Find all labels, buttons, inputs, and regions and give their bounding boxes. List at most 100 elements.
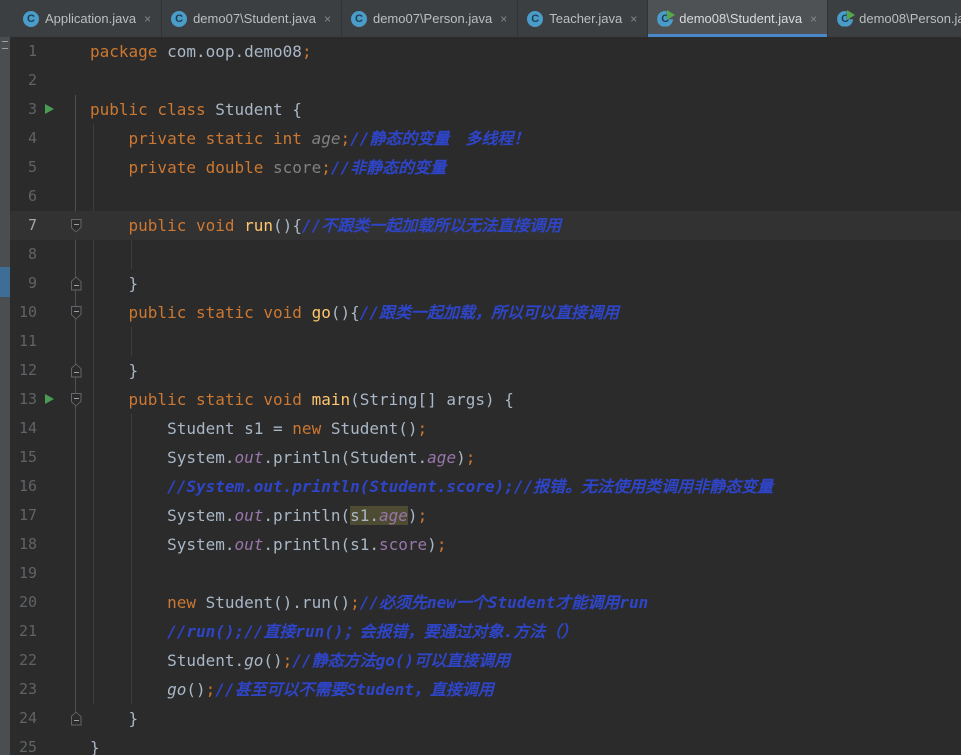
code-line: 5 private double score;//非静态的变量 <box>10 153 961 182</box>
fold-icon[interactable] <box>62 385 90 414</box>
line-number[interactable]: 15 <box>10 443 40 472</box>
code-text[interactable]: } <box>90 356 961 385</box>
line-number[interactable]: 3 <box>10 95 40 124</box>
code-text[interactable]: public void run(){//不跟类一起加载所以无法直接调用 <box>90 211 961 240</box>
tab-label: demo07\Student.java <box>193 11 316 26</box>
code-text[interactable] <box>90 66 961 95</box>
line-number[interactable]: 22 <box>10 646 40 675</box>
line-number[interactable]: 2 <box>10 66 40 95</box>
code-line: 25} <box>10 733 961 755</box>
tab[interactable]: Cdemo07\Student.java × <box>162 0 342 37</box>
gutter-spacer <box>40 704 62 733</box>
close-icon[interactable]: × <box>142 13 151 25</box>
tab-label: demo08\Person.java <box>859 11 961 26</box>
line-number[interactable]: 16 <box>10 472 40 501</box>
code-text[interactable]: System.out.println(s1.score); <box>90 530 961 559</box>
line-number[interactable]: 1 <box>10 37 40 66</box>
line-number[interactable]: 7 <box>10 211 40 240</box>
fold-icon[interactable] <box>62 211 90 240</box>
code-text[interactable]: package com.oop.demo08; <box>90 37 961 66</box>
code-text[interactable]: private static int age;//静态的变量 多线程！ <box>90 124 961 153</box>
gutter-spacer <box>40 356 62 385</box>
line-number[interactable]: 11 <box>10 327 40 356</box>
code-text[interactable] <box>90 240 961 269</box>
tab[interactable]: Cdemo08\Person.java× <box>828 0 961 37</box>
java-class-icon: C <box>171 10 188 27</box>
line-number[interactable]: 14 <box>10 414 40 443</box>
gutter-spacer <box>40 37 62 66</box>
line-number[interactable]: 12 <box>10 356 40 385</box>
code-text[interactable]: } <box>90 704 961 733</box>
line-number[interactable]: 8 <box>10 240 40 269</box>
code-text[interactable] <box>90 559 961 588</box>
code-text[interactable]: private double score;//非静态的变量 <box>90 153 961 182</box>
ide-window: C Application.java × Cdemo07\Student.java × C… <box>0 0 961 755</box>
code-text[interactable]: Student.go();//静态方法go()可以直接调用 <box>90 646 961 675</box>
code-text[interactable]: public class Student { <box>90 95 961 124</box>
tool-window-button[interactable] <box>0 267 10 297</box>
code-text[interactable] <box>90 182 961 211</box>
close-icon[interactable]: × <box>808 13 817 25</box>
line-number[interactable]: 23 <box>10 675 40 704</box>
tab[interactable]: C Teacher.java × <box>518 0 649 37</box>
close-icon[interactable]: × <box>628 13 637 25</box>
code-text[interactable]: public static void main(String[] args) { <box>90 385 961 414</box>
fold-icon[interactable] <box>62 356 90 385</box>
code-text[interactable]: System.out.println(Student.age); <box>90 443 961 472</box>
line-number[interactable]: 6 <box>10 182 40 211</box>
line-number[interactable]: 9 <box>10 269 40 298</box>
code-line: 11 <box>10 327 961 356</box>
close-icon[interactable]: × <box>322 13 331 25</box>
code-line: 16 //System.out.println(Student.score);/… <box>10 472 961 501</box>
line-number[interactable]: 25 <box>10 733 40 755</box>
fold-icon[interactable] <box>62 298 90 327</box>
code-text[interactable] <box>90 327 961 356</box>
tool-window-stripe <box>0 37 10 755</box>
gutter-spacer <box>40 617 62 646</box>
code-text[interactable]: //run();//直接run()；会报错，要通过对象.方法（） <box>90 617 961 646</box>
code-line: 10 public static void go(){//跟类一起加载，所以可以… <box>10 298 961 327</box>
line-number[interactable]: 18 <box>10 530 40 559</box>
line-number[interactable]: 5 <box>10 153 40 182</box>
code-text[interactable]: //System.out.println(Student.score);//报错… <box>90 472 961 501</box>
fold-icon[interactable] <box>62 269 90 298</box>
gutter-spacer <box>40 298 62 327</box>
line-number[interactable]: 4 <box>10 124 40 153</box>
code-line: 20 new Student().run();//必须先new一个Student… <box>10 588 961 617</box>
tab[interactable]: C Application.java × <box>14 0 163 37</box>
code-text[interactable]: go();//甚至可以不需要Student，直接调用 <box>90 675 961 704</box>
line-number[interactable]: 20 <box>10 588 40 617</box>
line-number[interactable]: 24 <box>10 704 40 733</box>
code-text[interactable]: Student s1 = new Student(); <box>90 414 961 443</box>
code-text[interactable]: } <box>90 733 961 755</box>
code-line: 6 <box>10 182 961 211</box>
line-number[interactable]: 21 <box>10 617 40 646</box>
code-text[interactable]: } <box>90 269 961 298</box>
close-icon[interactable]: × <box>498 13 507 25</box>
gutter-spacer <box>40 501 62 530</box>
code-line: 12 } <box>10 356 961 385</box>
java-class-icon: C <box>350 10 367 27</box>
tab[interactable]: Cdemo08\Student.java × <box>648 0 829 37</box>
code-line: 18 System.out.println(s1.score); <box>10 530 961 559</box>
line-number[interactable]: 13 <box>10 385 40 414</box>
tab-label: Teacher.java <box>549 11 623 26</box>
code-text[interactable]: System.out.println(s1.age); <box>90 501 961 530</box>
run-icon[interactable] <box>40 95 62 124</box>
gutter-spacer <box>40 153 62 182</box>
code-text[interactable]: new Student().run();//必须先new一个Student才能调… <box>90 588 961 617</box>
line-number[interactable]: 19 <box>10 559 40 588</box>
tab[interactable]: Cdemo07\Person.java × <box>341 0 519 37</box>
line-number[interactable]: 17 <box>10 501 40 530</box>
line-number[interactable]: 10 <box>10 298 40 327</box>
code-text[interactable]: public static void go(){//跟类一起加载，所以可以直接调… <box>90 298 961 327</box>
run-icon[interactable] <box>40 385 62 414</box>
fold-icon[interactable] <box>62 704 90 733</box>
code-line: 4 private static int age;//静态的变量 多线程！ <box>10 124 961 153</box>
